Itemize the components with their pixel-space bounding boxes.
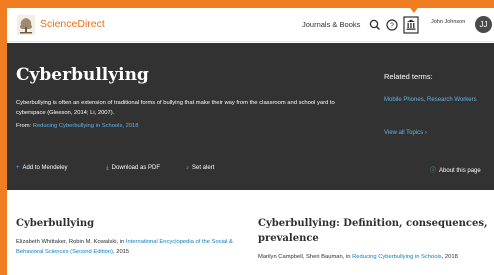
set-alert-button[interactable]: ♪ Set alert bbox=[186, 165, 214, 171]
topic-hero: Cyberbullying Cyberbullying is often an … bbox=[7, 43, 494, 190]
plus-icon: + bbox=[16, 165, 20, 171]
chapter-card: Cyberbullying Elizabeth Whittaker, Robin… bbox=[16, 216, 236, 257]
journals-books-link[interactable]: Journals & Books bbox=[302, 20, 360, 29]
elsevier-logo-icon[interactable] bbox=[17, 15, 35, 35]
info-icon: ⓘ bbox=[430, 168, 437, 174]
card-year: , 2018 bbox=[441, 254, 458, 260]
chapter-card: Cyberbullying: Definition, consequences,… bbox=[258, 216, 494, 262]
add-mendeley-label: Add to Mendeley bbox=[22, 165, 68, 171]
view-all-topics-link[interactable]: View all Topics › bbox=[384, 130, 427, 136]
topic-description: Cyberbullying is often an extension of t… bbox=[16, 100, 335, 116]
actions-bar: + Add to Mendeley ⤓ Download as PDF ♪ Set a… bbox=[7, 165, 494, 179]
avatar[interactable]: JJ bbox=[475, 16, 492, 33]
download-icon: ⤓ bbox=[106, 165, 109, 171]
help-icon[interactable]: ? bbox=[385, 18, 399, 32]
about-this-page-button[interactable]: ⓘ About this page bbox=[430, 165, 481, 174]
page: ScienceDirect Journals & Books ? John Jo… bbox=[7, 8, 494, 275]
card-title[interactable]: Cyberbullying: Definition, consequences,… bbox=[258, 216, 494, 246]
search-icon[interactable] bbox=[368, 18, 382, 32]
add-to-mendeley-button[interactable]: + Add to Mendeley bbox=[16, 165, 68, 171]
svg-text:?: ? bbox=[390, 23, 394, 30]
card-authors: Marilyn Campbell, Sheri Bauman, in bbox=[258, 254, 351, 260]
source-link[interactable]: Reducing Cyberbullying in Schools, 2018 bbox=[33, 123, 139, 129]
brand-name[interactable]: ScienceDirect bbox=[40, 18, 105, 30]
card-citation: Marilyn Campbell, Sheri Bauman, in Reduc… bbox=[258, 252, 494, 262]
related-term-link[interactable]: Mobile Phones, Research Workers bbox=[384, 96, 484, 106]
set-alert-label: Set alert bbox=[192, 165, 215, 171]
callout-pointer bbox=[404, 0, 424, 13]
from-label: From: bbox=[16, 123, 32, 129]
download-pdf-label: Download as PDF bbox=[111, 165, 161, 171]
bell-icon: ♪ bbox=[186, 165, 189, 171]
page-title: Cyberbullying bbox=[16, 65, 149, 85]
top-navbar: ScienceDirect Journals & Books ? John Jo… bbox=[7, 8, 494, 42]
download-pdf-button[interactable]: ⤓ Download as PDF bbox=[106, 165, 160, 172]
card-citation: Elizabeth Whittaker, Robin M. Kowalski, … bbox=[16, 237, 236, 257]
card-year: , 2015 bbox=[113, 249, 130, 255]
topic-source: From: Reducing Cyberbullying in Schools,… bbox=[16, 123, 138, 129]
related-terms-heading: Related terms: bbox=[384, 72, 433, 81]
institution-icon[interactable] bbox=[403, 16, 419, 34]
about-label: About this page bbox=[439, 168, 481, 174]
view-all-label: View all Topics bbox=[384, 130, 424, 136]
card-title[interactable]: Cyberbullying bbox=[16, 216, 236, 231]
user-name[interactable]: John Johnson bbox=[431, 19, 465, 25]
screenshot-frame: ScienceDirect Journals & Books ? John Jo… bbox=[0, 0, 494, 275]
chevron-right-icon: › bbox=[424, 130, 427, 136]
card-authors: Elizabeth Whittaker, Robin M. Kowalski, … bbox=[16, 239, 125, 245]
card-source-link[interactable]: Reducing Cyberbullying in Schools bbox=[352, 254, 442, 260]
highlight-border-left bbox=[0, 0, 7, 275]
